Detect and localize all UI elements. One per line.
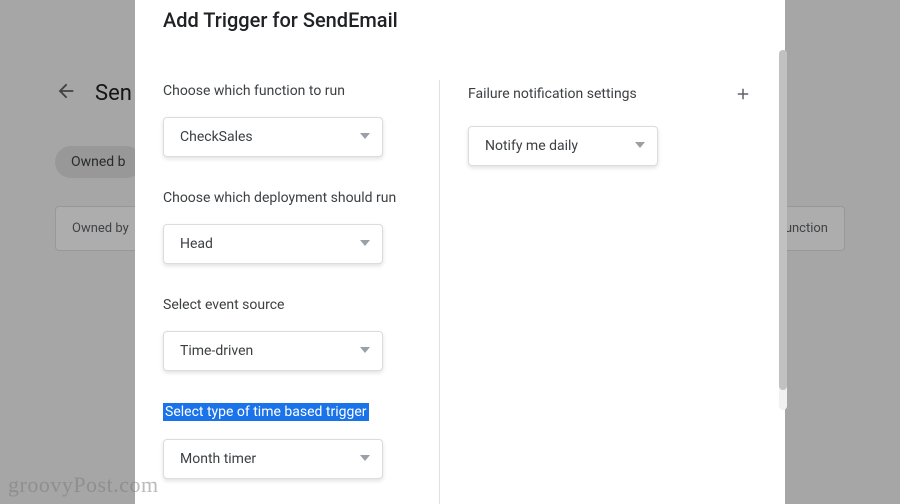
caret-down-icon — [360, 343, 370, 359]
time-trigger-select[interactable]: Month timer — [163, 439, 383, 479]
event-source-select[interactable]: Time-driven — [163, 331, 383, 371]
caret-down-icon — [635, 138, 645, 154]
event-source-label: Select event source — [163, 297, 284, 313]
watermark: groovyPost.com — [8, 472, 159, 498]
add-trigger-dialog: Add Trigger for SendEmail Choose which f… — [135, 0, 785, 504]
dialog-scrollbar[interactable] — [779, 50, 787, 410]
function-label: Choose which function to run — [163, 83, 345, 99]
failure-notification-select[interactable]: Notify me daily — [468, 126, 658, 166]
event-source-select-value: Time-driven — [180, 343, 253, 359]
caret-down-icon — [360, 129, 370, 145]
caret-down-icon — [360, 451, 370, 467]
deployment-label: Choose which deployment should run — [163, 190, 396, 206]
time-trigger-select-value: Month timer — [180, 451, 256, 467]
failure-notification-label: Failure notification settings — [468, 86, 637, 102]
time-trigger-label: Select type of time based trigger — [163, 403, 369, 421]
caret-down-icon — [360, 236, 370, 252]
function-select-value: CheckSales — [180, 129, 253, 145]
failure-notification-value: Notify me daily — [485, 138, 578, 154]
add-notification-button[interactable] — [729, 80, 757, 108]
deployment-select[interactable]: Head — [163, 224, 383, 264]
function-select[interactable]: CheckSales — [163, 117, 383, 157]
deployment-select-value: Head — [180, 236, 213, 252]
scrollbar-thumb[interactable] — [779, 50, 787, 390]
dialog-title: Add Trigger for SendEmail — [135, 0, 785, 32]
